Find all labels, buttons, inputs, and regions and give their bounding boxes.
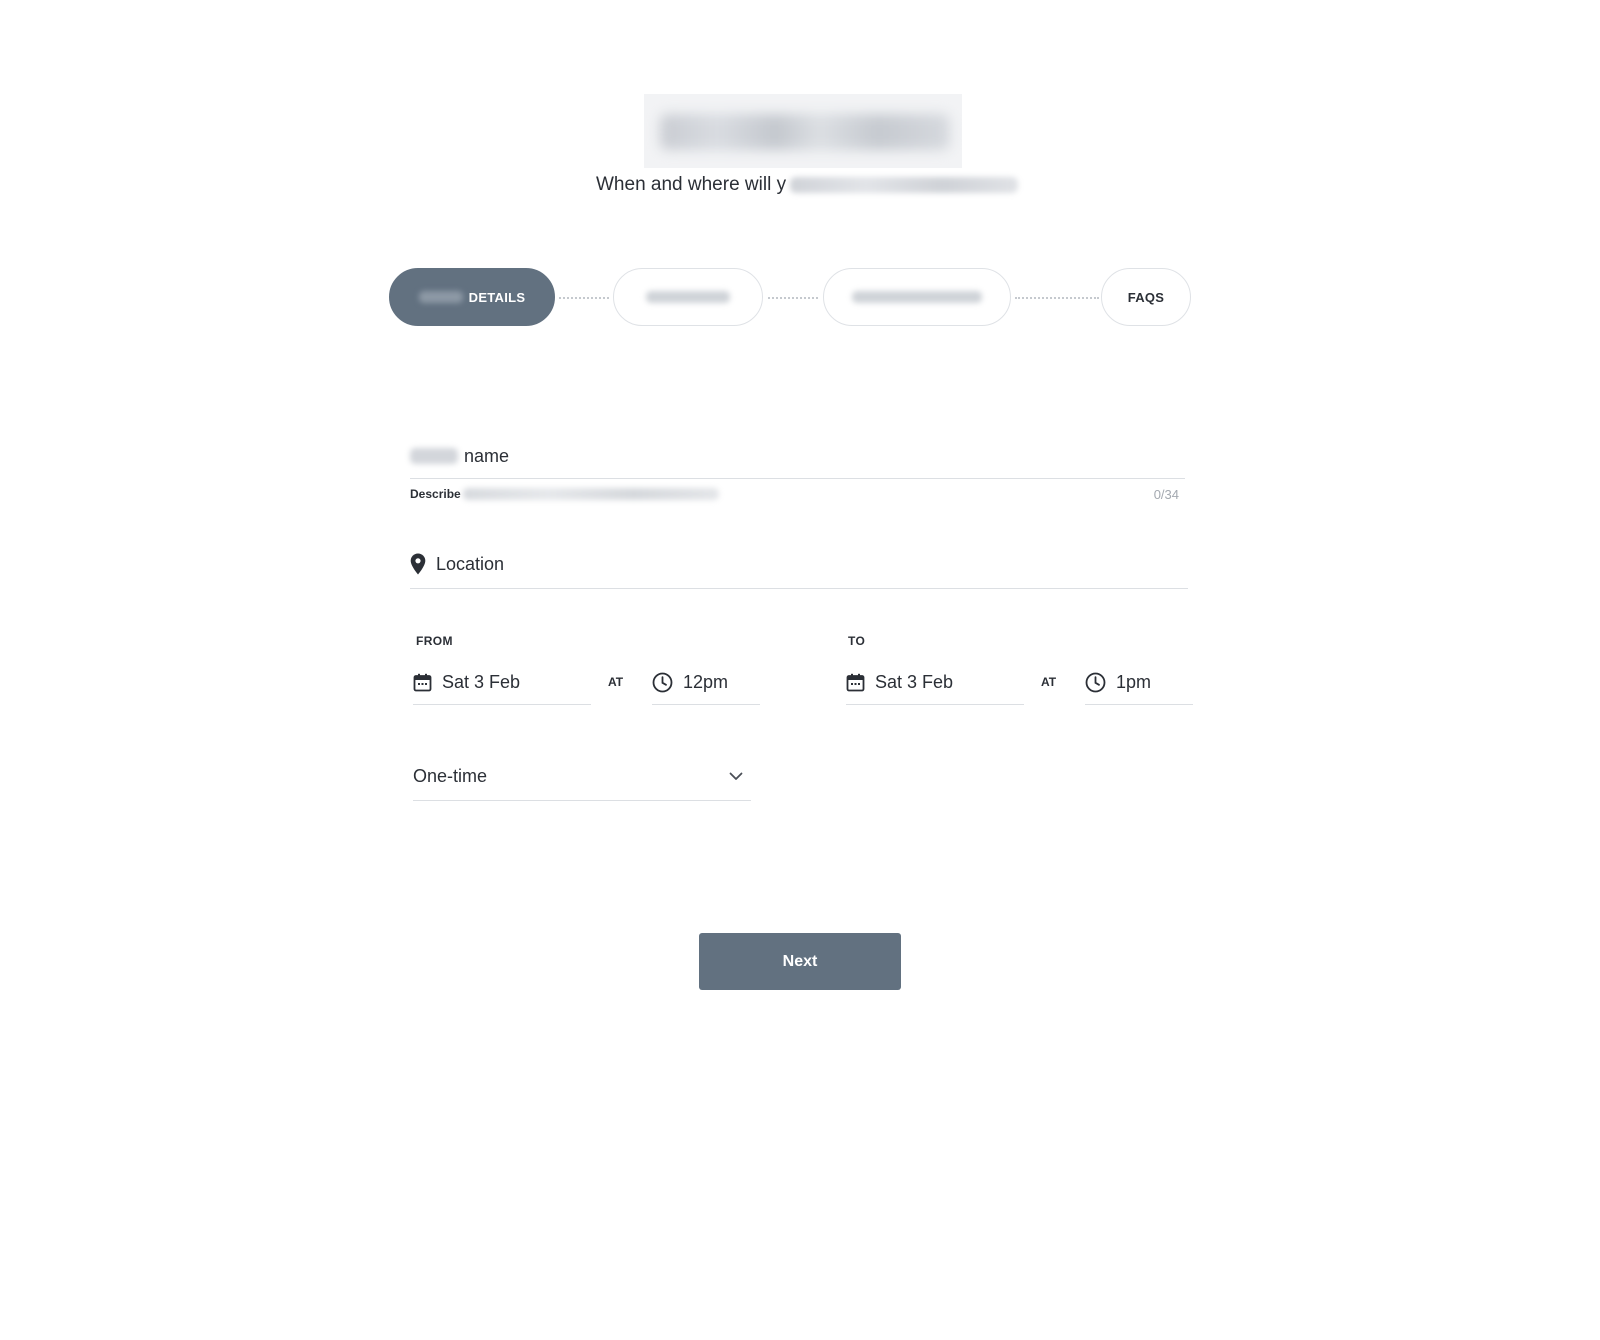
step-2[interactable]	[613, 268, 763, 326]
step-connector	[768, 297, 818, 299]
chevron-down-icon	[729, 772, 743, 780]
recurrence-select[interactable]: One-time	[413, 752, 751, 801]
calendar-icon	[846, 673, 865, 691]
map-pin-icon	[410, 553, 426, 575]
step-faqs[interactable]: FAQS	[1101, 268, 1191, 326]
step-connector	[1015, 297, 1099, 299]
step-connector	[559, 297, 609, 299]
location-input[interactable]: Location	[410, 540, 1188, 589]
page-subtitle: When and where will y	[596, 172, 1019, 198]
name-field-label: name	[464, 445, 510, 466]
clock-icon	[1085, 672, 1106, 692]
step-progress: DETAILS FAQS	[389, 268, 1191, 328]
step-details-label: DETAILS	[468, 289, 526, 305]
from-time-value: 12pm	[683, 671, 729, 692]
create-event-page: When and where will y DETAILS FAQS name …	[0, 0, 1600, 1340]
subtitle-redacted	[790, 177, 1019, 193]
to-date-value: Sat 3 Feb	[875, 671, 954, 692]
subtitle-text: When and where will y	[596, 174, 787, 195]
clock-icon	[652, 672, 673, 692]
recurrence-selected-value: One-time	[413, 765, 488, 786]
to-at-label: AT	[1041, 675, 1057, 689]
helper-redacted	[462, 488, 719, 500]
calendar-icon	[413, 673, 432, 691]
location-placeholder: Location	[436, 553, 505, 574]
next-button[interactable]: Next	[699, 933, 901, 990]
name-helper-text: Describe	[410, 487, 461, 501]
step-details-redacted	[418, 291, 463, 303]
from-time-picker[interactable]: 12pm	[652, 660, 760, 705]
step-faqs-label: FAQS	[1127, 289, 1165, 305]
character-counter: 0/34	[1153, 486, 1179, 502]
redacted-title-text	[660, 114, 950, 150]
to-label: TO	[848, 634, 866, 648]
step-3-label-redacted	[852, 291, 982, 303]
step-details[interactable]: DETAILS	[389, 268, 555, 326]
to-time-picker[interactable]: 1pm	[1085, 660, 1193, 705]
to-date-picker[interactable]: Sat 3 Feb	[846, 660, 1024, 705]
step-3[interactable]	[823, 268, 1011, 326]
from-date-value: Sat 3 Feb	[442, 671, 521, 692]
to-time-value: 1pm	[1116, 671, 1152, 692]
page-title-redacted	[644, 94, 962, 168]
step-2-label-redacted	[646, 291, 730, 303]
from-at-label: AT	[608, 675, 624, 689]
event-name-field[interactable]: name	[410, 434, 1185, 479]
from-date-picker[interactable]: Sat 3 Feb	[413, 660, 591, 705]
from-label: FROM	[416, 634, 453, 648]
name-helper-row: Describe 0/34	[410, 484, 1185, 504]
name-label-redacted	[410, 448, 458, 464]
